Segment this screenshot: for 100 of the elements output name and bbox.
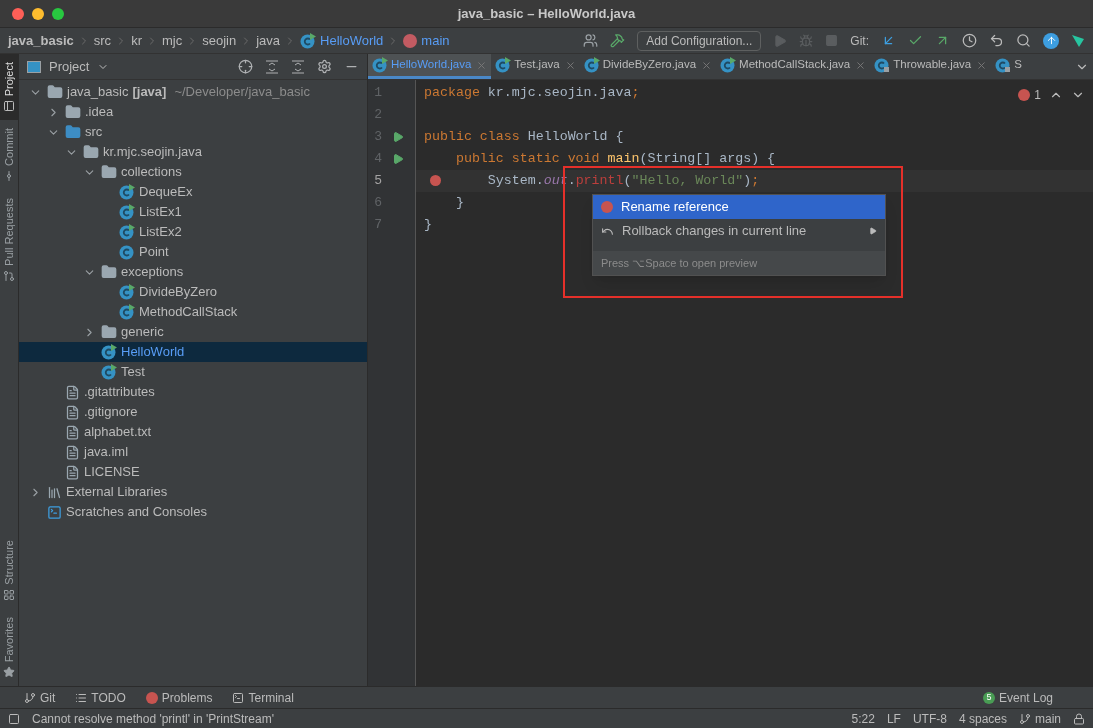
tree-label: Scratches and Consoles [66,503,207,522]
breadcrumb[interactable]: seojin [202,30,237,51]
tree-item[interactable]: External Libraries [19,482,367,502]
structure-icon [3,588,15,601]
branch-widget[interactable]: main [1019,709,1061,728]
lock-icon[interactable] [1073,712,1085,725]
tool-window-tab[interactable]: Favorites [0,608,18,686]
status-item[interactable]: 5:22 [851,709,875,728]
build-icon[interactable] [610,33,626,48]
locate-icon[interactable] [238,59,253,74]
configuration-button[interactable]: Add Configuration... [637,30,762,51]
panel-title[interactable]: Project [49,56,90,77]
tool-window-button[interactable]: Problems [145,688,213,707]
layout-icon[interactable] [8,712,20,725]
tree-item[interactable]: .gitignore [19,402,367,422]
class-icon [119,204,135,220]
package-icon [101,264,117,280]
class-icon [300,32,316,49]
tool-window-button[interactable]: Terminal [232,688,294,707]
tool-window-tab[interactable]: Project [0,54,18,121]
tool-window-button[interactable]: TODO [75,688,126,707]
tree-item[interactable]: exceptions [19,262,367,282]
account-icon[interactable] [583,33,599,48]
search-icon[interactable] [1016,33,1031,48]
tree-item[interactable]: src [19,122,367,142]
class-icon [101,344,117,360]
line-number: 5 [373,172,382,191]
tree-item[interactable]: LICENSE [19,462,367,482]
upload-icon[interactable] [1043,32,1059,49]
tool-window-tab[interactable]: Structure [0,532,18,609]
tree-item[interactable]: alphabet.txt [19,422,367,442]
breadcrumb[interactable]: kr [131,30,142,51]
tool-window-button[interactable]: Git [24,688,56,707]
status-item[interactable]: 4 spaces [958,709,1007,728]
editor-tab[interactable]: Throwable.java [870,54,992,79]
minimize-window-button[interactable] [32,7,44,20]
breadcrumb[interactable]: src [93,30,112,51]
editor-tab[interactable]: HelloWorld.java [368,54,492,79]
git-label: Git: [850,32,869,50]
status-item[interactable]: LF [886,709,901,728]
tool-window-tab[interactable]: Pull Requests [0,190,18,290]
breadcrumb[interactable]: HelloWorld [320,30,384,51]
zoom-window-button[interactable] [52,7,64,20]
tree-label: ListEx1 [139,203,182,222]
scratches-icon [47,504,62,520]
class-icon [995,57,1012,73]
rollback-icon[interactable] [989,33,1004,48]
settings-icon[interactable] [317,59,332,74]
tree-item[interactable]: Test [19,362,367,382]
tree-item[interactable]: .gitattributes [19,382,367,402]
tree-item[interactable]: generic [19,322,367,342]
tree-label: java_basic [67,83,129,102]
close-icon[interactable] [855,59,867,71]
tree-item[interactable]: MethodCallStack [19,302,367,322]
tree-label: LICENSE [84,463,140,482]
breadcrumb[interactable]: java [256,30,280,51]
close-icon[interactable] [976,59,988,71]
popup-item[interactable]: Rollback changes in current line [593,219,885,243]
close-icon[interactable] [564,59,576,71]
collapse-all-icon[interactable] [291,59,305,74]
error-count[interactable]: 1 [1034,86,1041,104]
class-icon [101,364,117,380]
expand-all-icon[interactable] [265,59,279,74]
run-icon[interactable] [392,131,404,143]
tree-item[interactable]: .idea [19,102,367,122]
tree-item[interactable]: collections [19,162,367,182]
tree-label: .gitattributes [84,383,155,402]
breadcrumb[interactable]: mjc [161,30,183,51]
event-log-button[interactable]: 5 Event Log [982,688,1053,707]
class-icon [372,57,388,73]
status-item[interactable]: UTF-8 [912,709,947,728]
class-icon [583,57,600,73]
tree-item[interactable]: DequeEx [19,182,367,202]
close-icon[interactable] [701,59,713,71]
editor-tab[interactable]: MethodCallStack.java [716,54,871,79]
tree-item[interactable]: Scratches and Consoles [19,502,367,522]
plugin-icon[interactable] [1071,33,1085,48]
breadcrumb[interactable]: main [421,30,450,51]
tree-item[interactable]: ListEx2 [19,222,367,242]
package-icon [83,144,99,160]
tree-label: kr.mjc.seojin.java [103,143,202,162]
tree-item[interactable]: java_basic [java] ~/Developer/java_basic [19,82,367,102]
class-icon [720,57,737,73]
tree-item[interactable]: kr.mjc.seojin.java [19,142,367,162]
tree-item[interactable]: ListEx1 [19,202,367,222]
editor-tab[interactable]: Test.java [491,54,580,79]
class-icon [495,57,512,73]
editor-tab[interactable]: DivideByZero.java [579,54,717,79]
run-icon[interactable] [392,153,404,165]
close-window-button[interactable] [12,7,24,20]
error-bulb-icon[interactable] [430,175,441,186]
tree-item[interactable]: HelloWorld [19,342,367,362]
popup-item[interactable]: Rename reference [593,195,885,219]
history-icon[interactable] [962,33,977,48]
tree-item[interactable]: Point [19,242,367,262]
breadcrumb[interactable]: java_basic [8,30,74,51]
tool-window-tab[interactable]: Commit [0,120,18,191]
tree-item[interactable]: DivideByZero [19,282,367,302]
tree-item[interactable]: java.iml [19,442,367,462]
editor-tab[interactable]: S [991,54,1026,79]
